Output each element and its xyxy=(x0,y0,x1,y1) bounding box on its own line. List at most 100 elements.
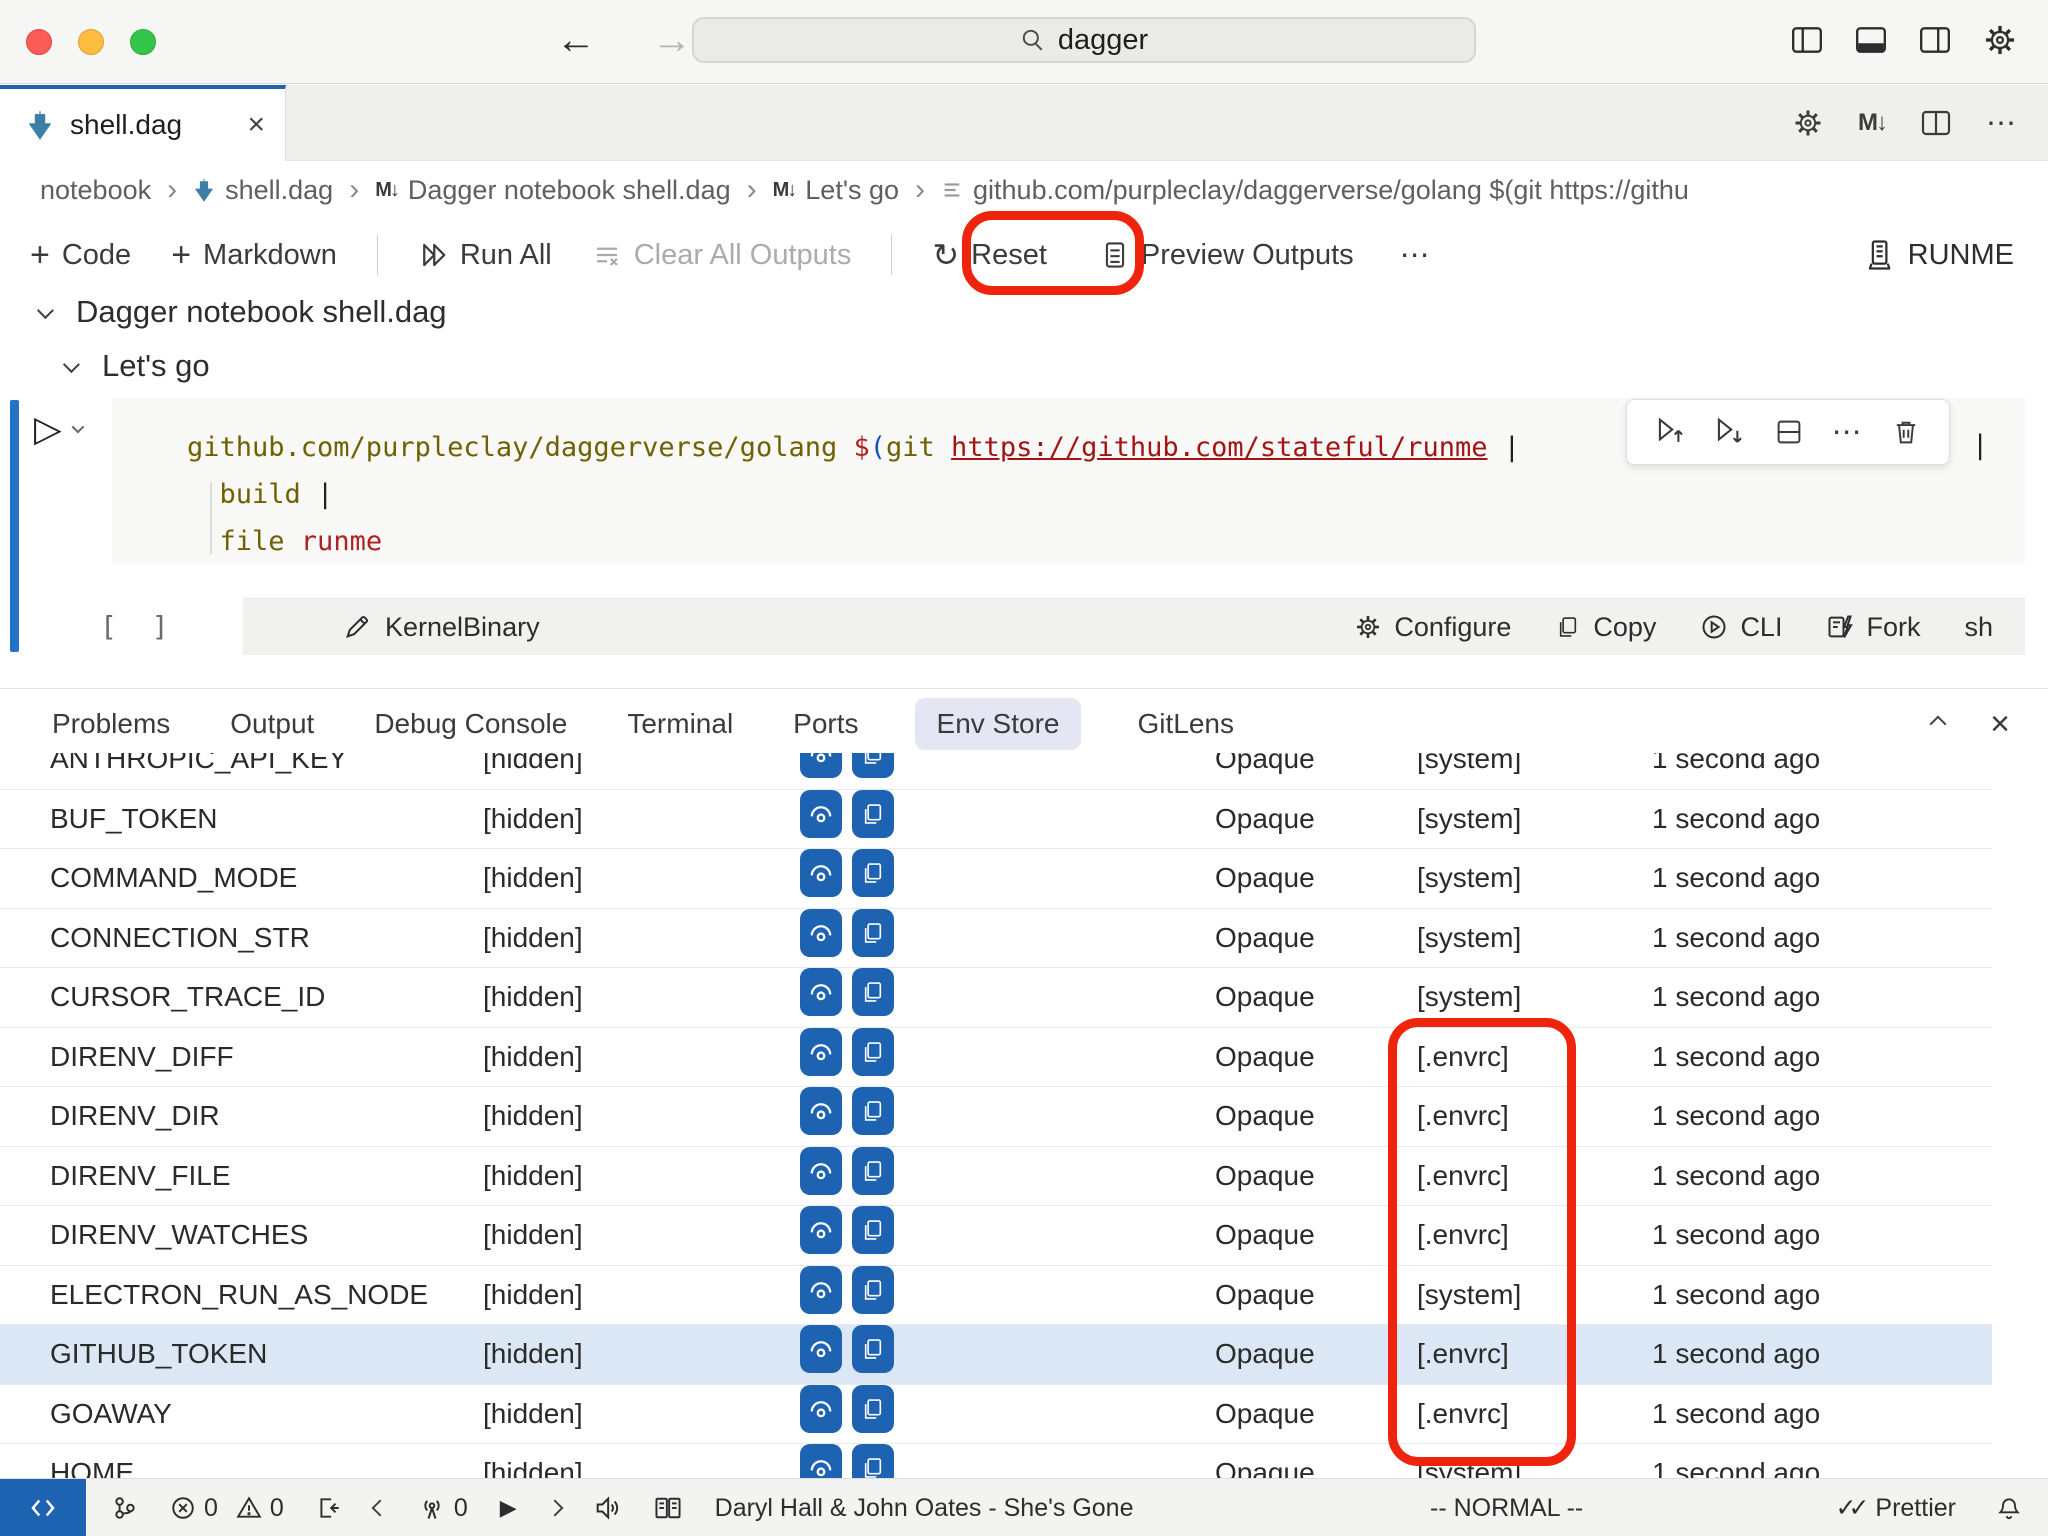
markdown-export-icon[interactable]: M↓ xyxy=(1858,109,1886,137)
panel-tab-env-store[interactable]: Env Store xyxy=(915,698,1082,750)
copy-value-button[interactable] xyxy=(852,849,894,897)
reveal-value-button[interactable] xyxy=(800,1206,842,1254)
copy-value-button[interactable] xyxy=(852,1147,894,1195)
fork-button[interactable]: Fork xyxy=(1826,612,1920,643)
table-row[interactable]: ANTHROPIC_API_KEY [hidden] Opaque [syste… xyxy=(0,753,1992,790)
reveal-value-button[interactable] xyxy=(800,1444,842,1479)
editor-more-actions-icon[interactable]: ⋯ xyxy=(1986,106,2018,141)
breadcrumb-notebook-title[interactable]: M↓ Dagger notebook shell.dag xyxy=(375,175,730,206)
panel-tab-ports[interactable]: Ports xyxy=(789,698,862,750)
prettier-status[interactable]: ✓✓ Prettier xyxy=(1836,1493,1957,1523)
next-track-icon[interactable] xyxy=(546,1500,563,1517)
reset-button[interactable]: ↻ Reset xyxy=(932,236,1047,274)
reveal-value-button[interactable] xyxy=(800,1028,842,1076)
broadcast-item[interactable]: 0 xyxy=(418,1494,468,1523)
reveal-value-button[interactable] xyxy=(800,1087,842,1135)
table-row[interactable]: GITHUB_TOKEN [hidden] Opaque [.envrc] 1 … xyxy=(0,1325,1992,1385)
chevron-down-icon[interactable] xyxy=(37,302,54,319)
notebook-heading-2[interactable]: Let's go xyxy=(64,340,210,392)
table-row[interactable]: COMMAND_MODE [hidden] Opaque [system] 1 … xyxy=(0,849,1992,909)
previous-track-icon[interactable] xyxy=(371,1500,388,1517)
copy-value-button[interactable] xyxy=(852,1087,894,1135)
breadcrumb-cell[interactable]: github.com/purpleclay/daggerverse/golang… xyxy=(941,175,1689,206)
run-options-chevron-icon[interactable] xyxy=(71,421,84,434)
clear-all-outputs-button[interactable]: Clear All Outputs xyxy=(592,239,852,272)
run-all-button[interactable]: Run All xyxy=(418,239,552,272)
tab-shell-dag[interactable]: shell.dag × xyxy=(0,85,286,161)
copy-value-button[interactable] xyxy=(852,1444,894,1479)
copy-value-button[interactable] xyxy=(852,1385,894,1433)
notifications-bell-icon[interactable] xyxy=(1996,1494,2022,1522)
chevron-down-icon[interactable] xyxy=(63,356,80,373)
kernel-selector[interactable]: KernelBinary xyxy=(343,612,540,643)
breadcrumb-section[interactable]: M↓ Let's go xyxy=(773,175,899,206)
add-code-cell-button[interactable]: +Code xyxy=(30,236,131,275)
run-cell-button[interactable]: ▷ xyxy=(34,408,81,450)
breadcrumb-shell-dag[interactable]: shell.dag xyxy=(193,175,333,206)
panel-tab-terminal[interactable]: Terminal xyxy=(623,698,737,750)
now-playing-label[interactable]: Daryl Hall & John Oates - She's Gone xyxy=(715,1494,1134,1523)
source-control-graph-item[interactable] xyxy=(112,1494,138,1522)
copy-value-button[interactable] xyxy=(852,1206,894,1254)
table-row[interactable]: GOAWAY [hidden] Opaque [.envrc] 1 second… xyxy=(0,1385,1992,1445)
table-row[interactable]: BUF_TOKEN [hidden] Opaque [system] 1 sec… xyxy=(0,790,1992,850)
reveal-value-button[interactable] xyxy=(800,1147,842,1195)
table-row[interactable]: DIRENV_DIR [hidden] Opaque [.envrc] 1 se… xyxy=(0,1087,1992,1147)
reader-item[interactable] xyxy=(653,1494,683,1522)
toolbar-more-actions-icon[interactable]: ⋯ xyxy=(1400,238,1432,273)
command-center-search[interactable]: dagger xyxy=(692,17,1476,63)
reveal-value-button[interactable] xyxy=(800,909,842,957)
reveal-value-button[interactable] xyxy=(800,753,842,778)
run-cells-above-icon[interactable] xyxy=(1655,416,1687,448)
cell-more-actions-icon[interactable]: ⋯ xyxy=(1832,415,1864,450)
copy-value-button[interactable] xyxy=(852,909,894,957)
breadcrumb-notebook[interactable]: notebook xyxy=(40,175,151,206)
run-cells-below-icon[interactable] xyxy=(1714,416,1746,448)
toggle-panel-icon[interactable] xyxy=(1854,24,1888,56)
cli-button[interactable]: CLI xyxy=(1700,612,1782,643)
table-row[interactable]: ELECTRON_RUN_AS_NODE [hidden] Opaque [sy… xyxy=(0,1266,1992,1326)
reveal-value-button[interactable] xyxy=(800,790,842,838)
configure-button[interactable]: Configure xyxy=(1354,612,1511,643)
panel-tab-debug-console[interactable]: Debug Console xyxy=(370,698,571,750)
copy-value-button[interactable] xyxy=(852,1325,894,1373)
remote-indicator[interactable] xyxy=(0,1479,86,1536)
exit-session-item[interactable] xyxy=(316,1494,342,1522)
problems-item[interactable]: 0 0 xyxy=(170,1494,284,1523)
reveal-value-button[interactable] xyxy=(800,1266,842,1314)
zoom-window-button[interactable] xyxy=(130,29,156,55)
code-link[interactable]: https://github.com/stateful/runme xyxy=(951,432,1487,463)
runme-button[interactable]: RUNME xyxy=(1864,218,2014,292)
table-row[interactable]: DIRENV_DIFF [hidden] Opaque [.envrc] 1 s… xyxy=(0,1028,1992,1088)
table-row[interactable]: DIRENV_FILE [hidden] Opaque [.envrc] 1 s… xyxy=(0,1147,1992,1207)
panel-tab-gitlens[interactable]: GitLens xyxy=(1133,698,1238,750)
reveal-value-button[interactable] xyxy=(800,849,842,897)
notebook-heading-1[interactable]: Dagger notebook shell.dag xyxy=(38,286,447,338)
table-row[interactable]: CURSOR_TRACE_ID [hidden] Opaque [system]… xyxy=(0,968,1992,1028)
copy-value-button[interactable] xyxy=(852,790,894,838)
split-editor-icon[interactable] xyxy=(1920,108,1952,138)
delete-cell-icon[interactable] xyxy=(1891,417,1921,447)
notebook-settings-gear-icon[interactable] xyxy=(1792,107,1824,139)
volume-item[interactable] xyxy=(593,1494,621,1522)
panel-tab-output[interactable]: Output xyxy=(226,698,318,750)
tab-close-icon[interactable]: × xyxy=(247,110,265,140)
add-markdown-cell-button[interactable]: +Markdown xyxy=(171,236,337,275)
play-track-icon[interactable]: ▶ xyxy=(500,1495,517,1521)
table-row[interactable]: HOME [hidden] Opaque [system] 1 second a… xyxy=(0,1444,1992,1479)
table-row[interactable]: DIRENV_WATCHES [hidden] Opaque [.envrc] … xyxy=(0,1206,1992,1266)
reveal-value-button[interactable] xyxy=(800,1385,842,1433)
table-row[interactable]: CONNECTION_STR [hidden] Opaque [system] … xyxy=(0,909,1992,969)
reveal-value-button[interactable] xyxy=(800,968,842,1016)
split-cell-icon[interactable] xyxy=(1774,417,1804,447)
cell-language-label[interactable]: sh xyxy=(1964,612,1993,643)
vim-mode-indicator[interactable]: -- NORMAL -- xyxy=(1430,1479,1583,1536)
maximize-panel-icon[interactable] xyxy=(1930,716,1947,733)
settings-gear-icon[interactable] xyxy=(1982,22,2018,58)
forward-button[interactable]: → xyxy=(648,18,696,63)
copy-value-button[interactable] xyxy=(852,1266,894,1314)
panel-tab-problems[interactable]: Problems xyxy=(48,698,174,750)
preview-outputs-button[interactable]: Preview Outputs xyxy=(1101,239,1354,272)
close-window-button[interactable] xyxy=(26,29,52,55)
copy-value-button[interactable] xyxy=(852,1028,894,1076)
